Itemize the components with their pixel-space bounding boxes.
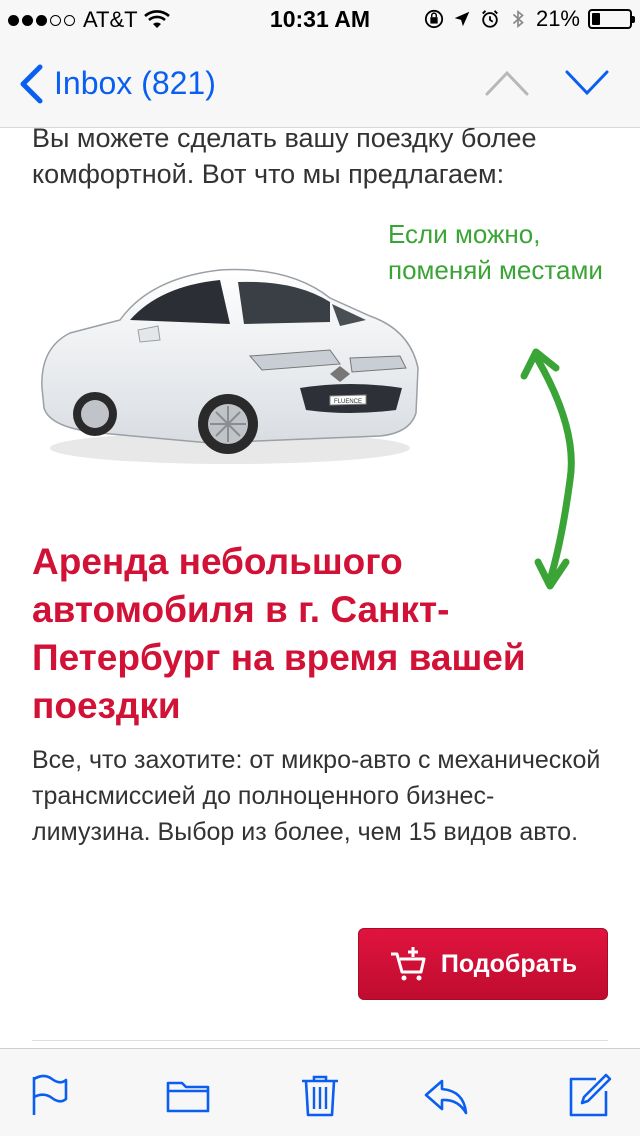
folder-icon[interactable]: [166, 1073, 210, 1117]
email-body[interactable]: Вы можете сделать вашу поездку более ком…: [0, 128, 640, 1048]
orientation-lock-icon: [424, 9, 444, 29]
car-image: FLUENCE: [41, 268, 419, 464]
location-arrow-icon: [454, 11, 470, 27]
mail-nav-bar: Inbox (821): [0, 40, 640, 128]
previous-message-chevron-up-icon[interactable]: [484, 68, 530, 98]
flag-icon[interactable]: [28, 1073, 72, 1117]
compose-icon[interactable]: [568, 1073, 612, 1117]
back-chevron-icon[interactable]: [18, 64, 44, 104]
battery-percentage: 21%: [535, 6, 580, 31]
bluetooth-icon: [512, 10, 524, 28]
svg-text:FLUENCE: FLUENCE: [334, 399, 362, 405]
content-divider: [32, 1040, 608, 1041]
mail-toolbar: [0, 1048, 640, 1136]
select-car-button[interactable]: Подобрать: [358, 928, 608, 1000]
battery-icon: [588, 9, 635, 29]
reply-icon[interactable]: [424, 1073, 468, 1117]
intro-text: Вы можете сделать вашу поездку более ком…: [32, 128, 537, 189]
status-bar: AT&T 10:31 AM 21%: [0, 0, 640, 40]
annotation-note: Если можно, поменяй местами: [388, 219, 603, 285]
back-to-inbox-button[interactable]: Inbox (821): [54, 65, 216, 102]
offer-description: Все, что захотите: от микро-авто с механ…: [32, 746, 601, 846]
status-right: 21%: [424, 6, 635, 32]
next-message-chevron-down-icon[interactable]: [564, 68, 610, 98]
select-car-button-label: Подобрать: [440, 949, 578, 978]
alarm-icon: [482, 10, 498, 28]
offer-headline: Аренда небольшого автомобиля в г. Санкт-…: [32, 541, 526, 726]
cart-plus-icon: [390, 947, 426, 981]
trash-icon[interactable]: [298, 1073, 342, 1117]
